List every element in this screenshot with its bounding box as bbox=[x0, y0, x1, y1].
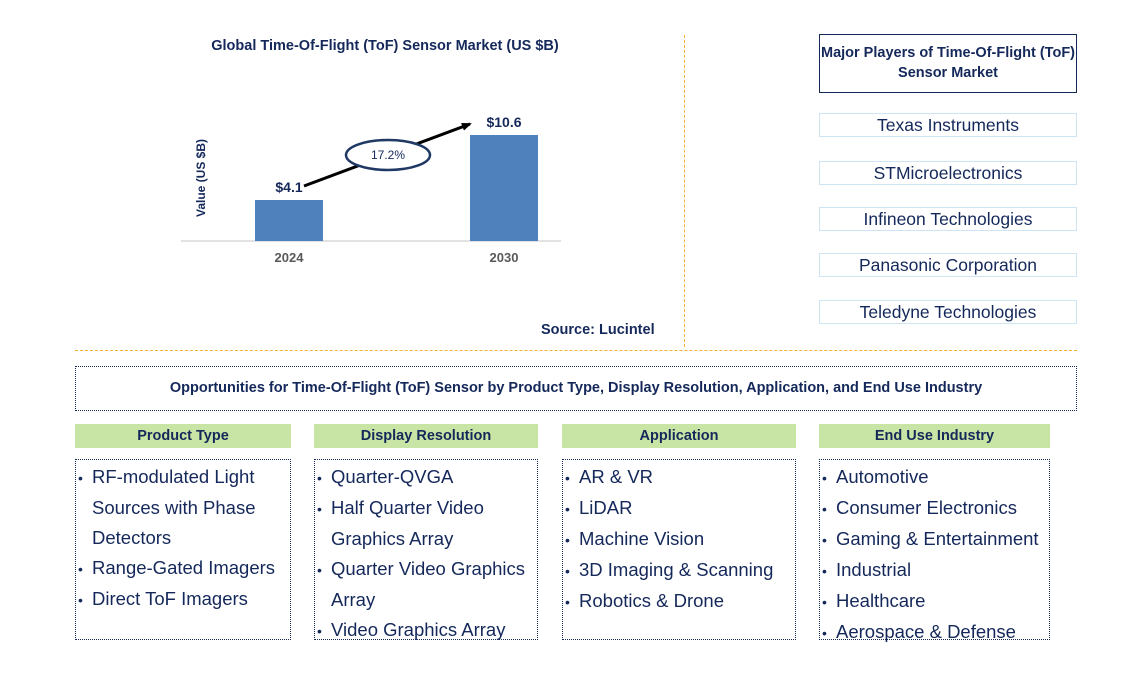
list-item: Consumer Electronics bbox=[822, 493, 1049, 524]
list-item: Robotics & Drone bbox=[565, 586, 795, 617]
player-item: STMicroelectronics bbox=[819, 161, 1077, 185]
list-item: LiDAR bbox=[565, 493, 795, 524]
bar-2024 bbox=[255, 200, 323, 241]
list-item: RF-modulated Light Sources with Phase De… bbox=[78, 462, 290, 553]
chart-title: Global Time-Of-Flight (ToF) Sensor Marke… bbox=[211, 38, 559, 54]
player-item: Infineon Technologies bbox=[819, 207, 1077, 231]
opportunities-title: Opportunities for Time-Of-Flight (ToF) S… bbox=[75, 366, 1077, 411]
list-item: Direct ToF Imagers bbox=[78, 584, 290, 615]
players-title: Major Players of Time-Of-Flight (ToF) Se… bbox=[819, 34, 1077, 93]
list-item: Automotive bbox=[822, 462, 1049, 493]
y-axis-label: Value (US $B) bbox=[194, 139, 208, 217]
list-item: Half Quarter Video Graphics Array bbox=[317, 493, 537, 554]
list-item: Quarter Video Graphics Array bbox=[317, 554, 537, 615]
list-item: Aerospace & Defense bbox=[822, 617, 1049, 648]
x-tick-label: 2030 bbox=[490, 250, 519, 265]
horizontal-divider bbox=[75, 350, 1077, 351]
bar-2030 bbox=[470, 135, 538, 241]
player-item: Teledyne Technologies bbox=[819, 300, 1077, 324]
category-list-application: AR & VR LiDAR Machine Vision 3D Imaging … bbox=[562, 459, 796, 640]
player-item: Panasonic Corporation bbox=[819, 253, 1077, 277]
cagr-label: 17.2% bbox=[371, 148, 405, 162]
list-item: Range-Gated Imagers bbox=[78, 553, 290, 584]
list-item: Industrial bbox=[822, 555, 1049, 586]
list-item: Machine Vision bbox=[565, 524, 795, 555]
list-item: Healthcare bbox=[822, 586, 1049, 617]
list-item: 3D Imaging & Scanning bbox=[565, 555, 795, 586]
vertical-divider bbox=[684, 35, 685, 347]
data-label: $10.6 bbox=[486, 114, 521, 130]
list-item: Gaming & Entertainment bbox=[822, 524, 1049, 555]
player-item: Texas Instruments bbox=[819, 113, 1077, 137]
x-tick-label: 2024 bbox=[275, 250, 305, 265]
bar-chart: Value (US $B) $4.1 2024 $10.6 2030 17.2% bbox=[181, 114, 561, 265]
category-header-end-use-industry: End Use Industry bbox=[819, 424, 1050, 448]
source-label: Source: Lucintel bbox=[541, 322, 655, 338]
category-header-product-type: Product Type bbox=[75, 424, 291, 448]
category-header-application: Application bbox=[562, 424, 796, 448]
category-header-display-resolution: Display Resolution bbox=[314, 424, 538, 448]
list-item: Video Graphics Array bbox=[317, 615, 537, 646]
list-item: AR & VR bbox=[565, 462, 795, 493]
list-item: Quarter-QVGA bbox=[317, 462, 537, 493]
data-label: $4.1 bbox=[275, 179, 302, 195]
category-list-display-resolution: Quarter-QVGA Half Quarter Video Graphics… bbox=[314, 459, 538, 640]
category-list-product-type: RF-modulated Light Sources with Phase De… bbox=[75, 459, 291, 640]
category-list-end-use-industry: Automotive Consumer Electronics Gaming &… bbox=[819, 459, 1050, 642]
